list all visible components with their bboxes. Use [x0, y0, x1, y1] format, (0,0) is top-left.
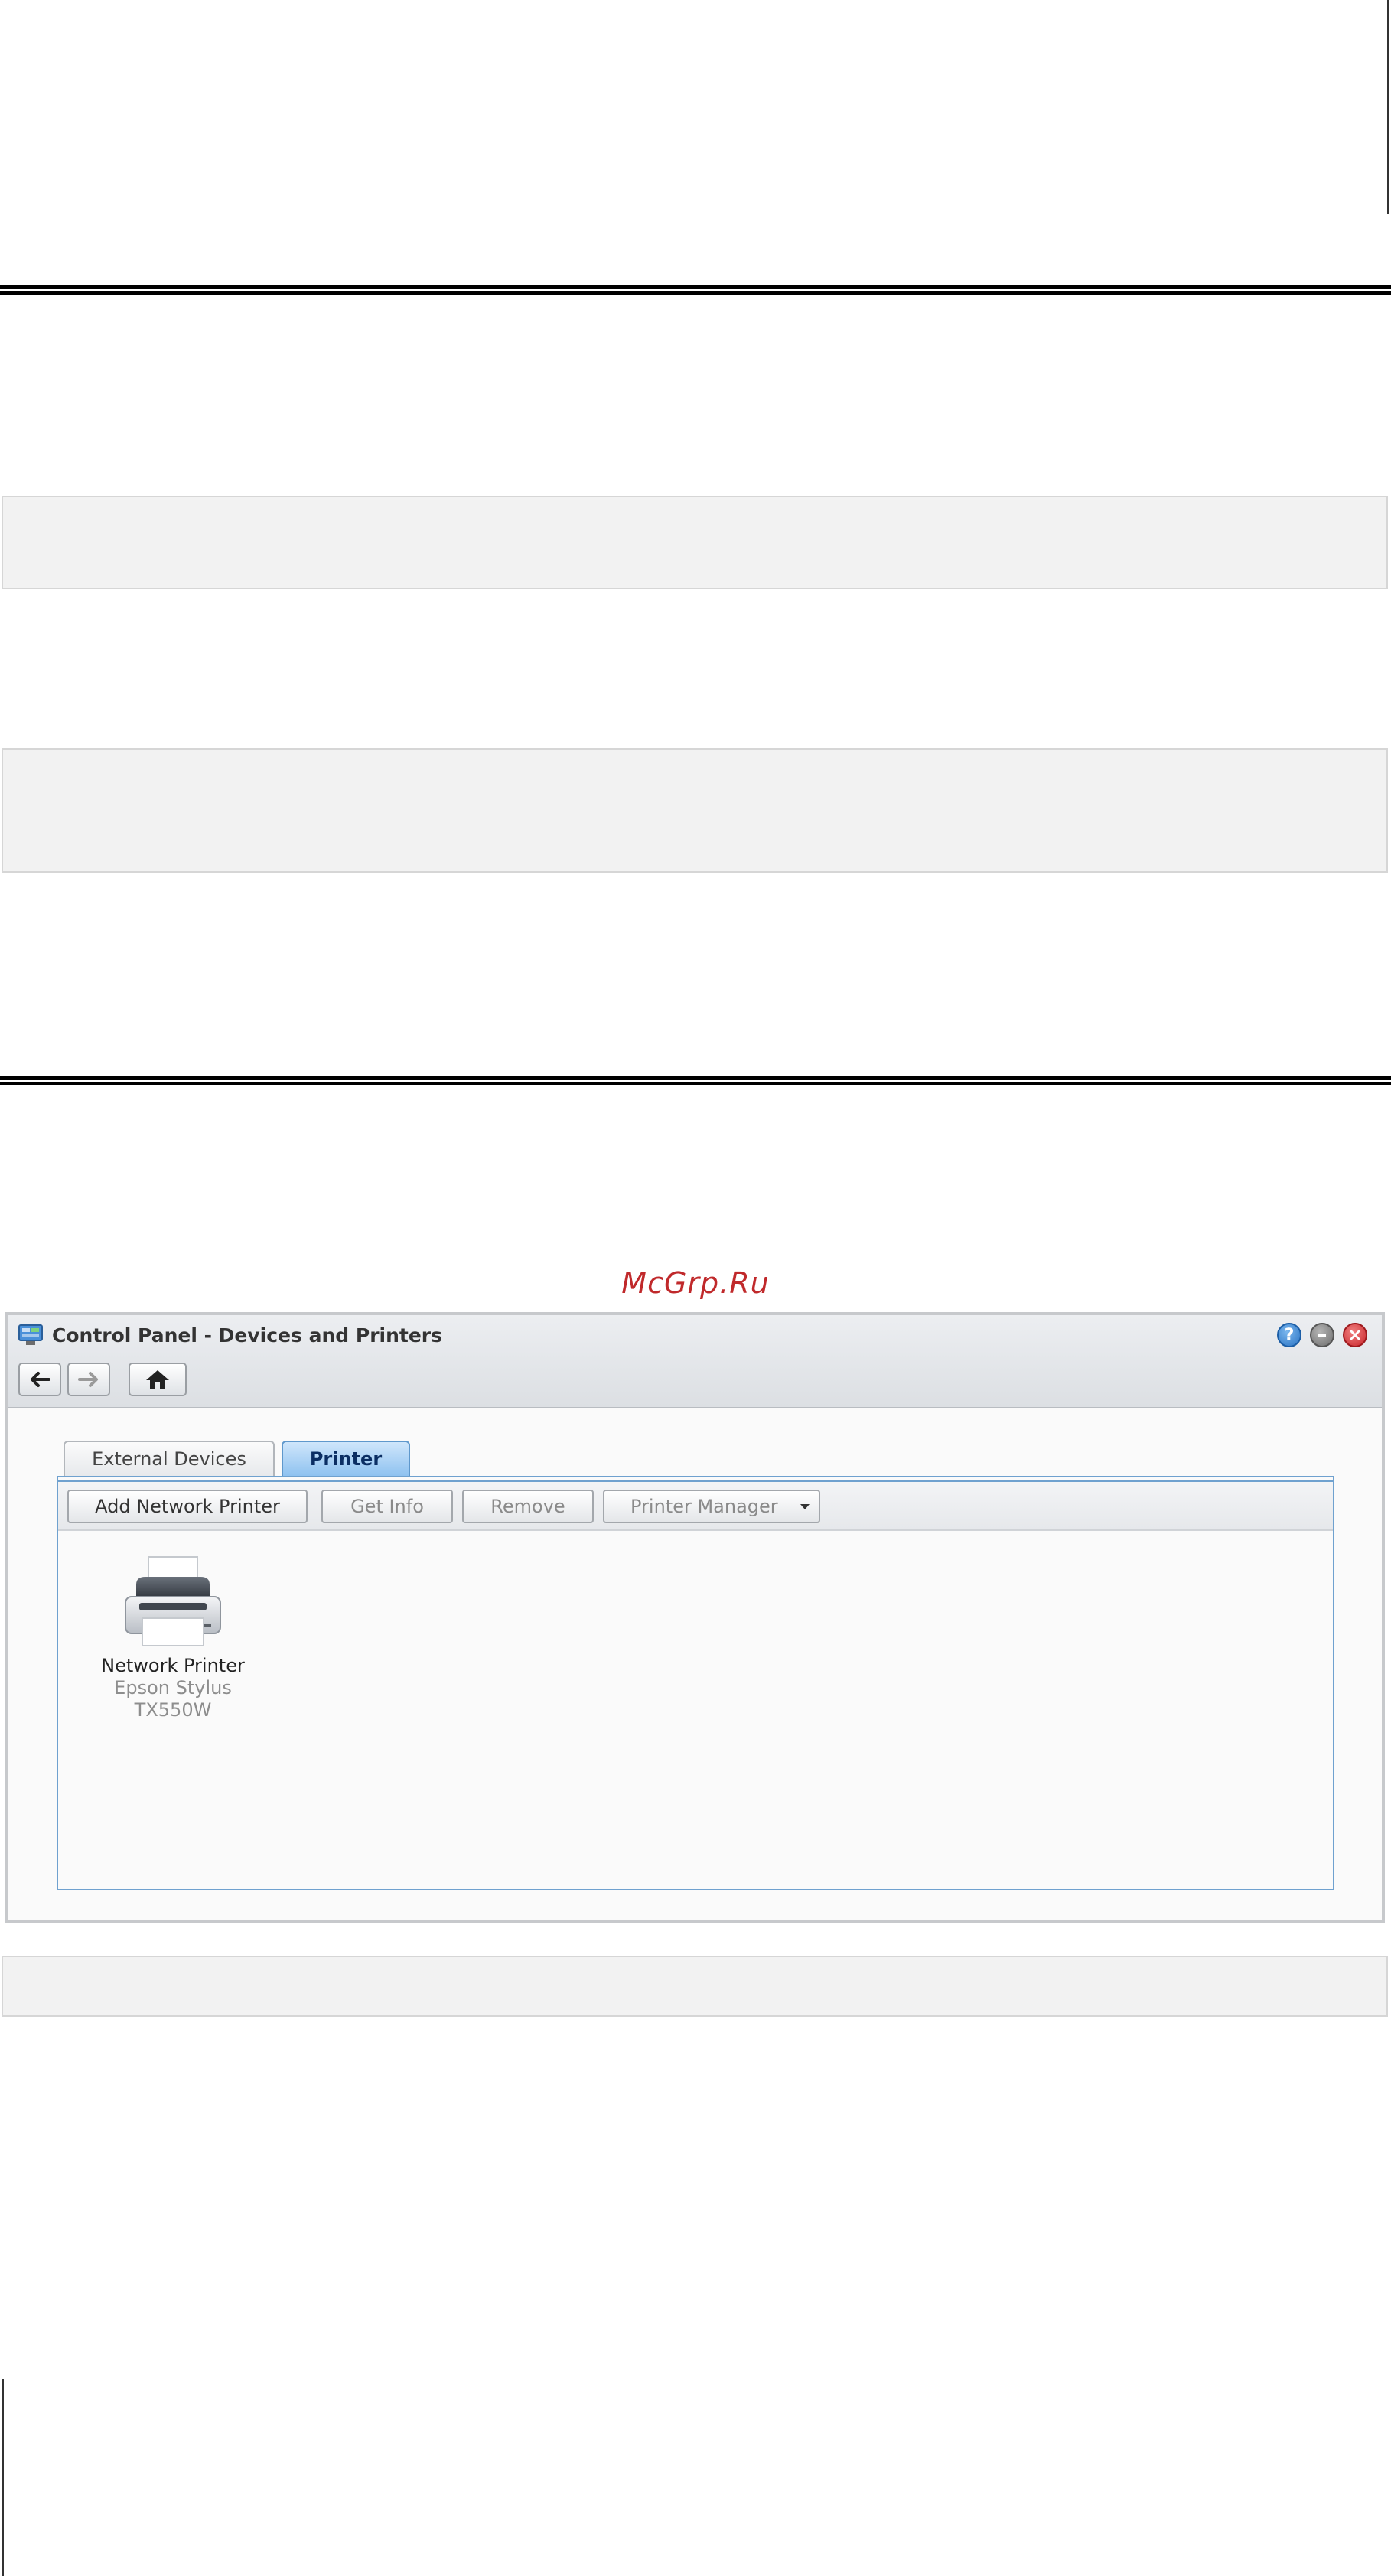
help-button[interactable]: ?	[1277, 1323, 1301, 1347]
printer-icon	[125, 1556, 221, 1646]
tab-external-devices[interactable]: External Devices	[64, 1441, 275, 1476]
window-titlebar: Control Panel - Devices and Printers ?	[8, 1315, 1382, 1408]
section-divider-1	[0, 285, 1391, 295]
add-network-printer-button[interactable]: Add Network Printer	[67, 1490, 308, 1523]
printer-manager-dropdown[interactable]: Printer Manager	[603, 1490, 820, 1523]
note-box-3	[2, 1956, 1388, 2017]
get-info-button[interactable]: Get Info	[321, 1490, 453, 1523]
chevron-down-icon	[800, 1504, 810, 1509]
home-button[interactable]	[129, 1363, 187, 1396]
close-button[interactable]	[1343, 1323, 1367, 1347]
page-margin-line-top	[1387, 0, 1389, 214]
printer-toolbar: Add Network Printer Get Info Remove Prin…	[58, 1482, 1333, 1531]
control-panel-app-icon	[18, 1324, 43, 1345]
window-title: Control Panel - Devices and Printers	[52, 1324, 443, 1347]
section-divider-2	[0, 1076, 1391, 1085]
printer-manager-label: Printer Manager	[630, 1496, 778, 1517]
arrow-right-icon	[78, 1372, 98, 1387]
printer-model-line1: Epson Stylus	[114, 1677, 232, 1698]
home-icon	[146, 1370, 169, 1389]
minimize-button[interactable]	[1310, 1323, 1334, 1347]
note-box-2	[2, 748, 1388, 873]
close-icon	[1350, 1330, 1360, 1340]
printer-list-item[interactable]: Network Printer Epson Stylus TX550W	[96, 1554, 249, 1721]
page-margin-line-bottom	[2, 2379, 4, 2576]
printer-panel: Add Network Printer Get Info Remove Prin…	[57, 1476, 1334, 1890]
arrow-left-icon	[31, 1372, 50, 1387]
note-box-1	[2, 496, 1388, 589]
control-panel-window: Control Panel - Devices and Printers ? E…	[5, 1312, 1385, 1923]
tab-printer[interactable]: Printer	[282, 1441, 410, 1476]
remove-button[interactable]: Remove	[462, 1490, 594, 1523]
minimize-icon	[1318, 1334, 1326, 1337]
back-button[interactable]	[18, 1363, 61, 1396]
forward-button[interactable]	[67, 1363, 110, 1396]
help-icon: ?	[1284, 1325, 1295, 1345]
printer-model-line2: TX550W	[134, 1699, 212, 1721]
printer-name: Network Printer	[101, 1655, 245, 1676]
watermark-text: McGrp.Ru	[621, 1266, 770, 1300]
